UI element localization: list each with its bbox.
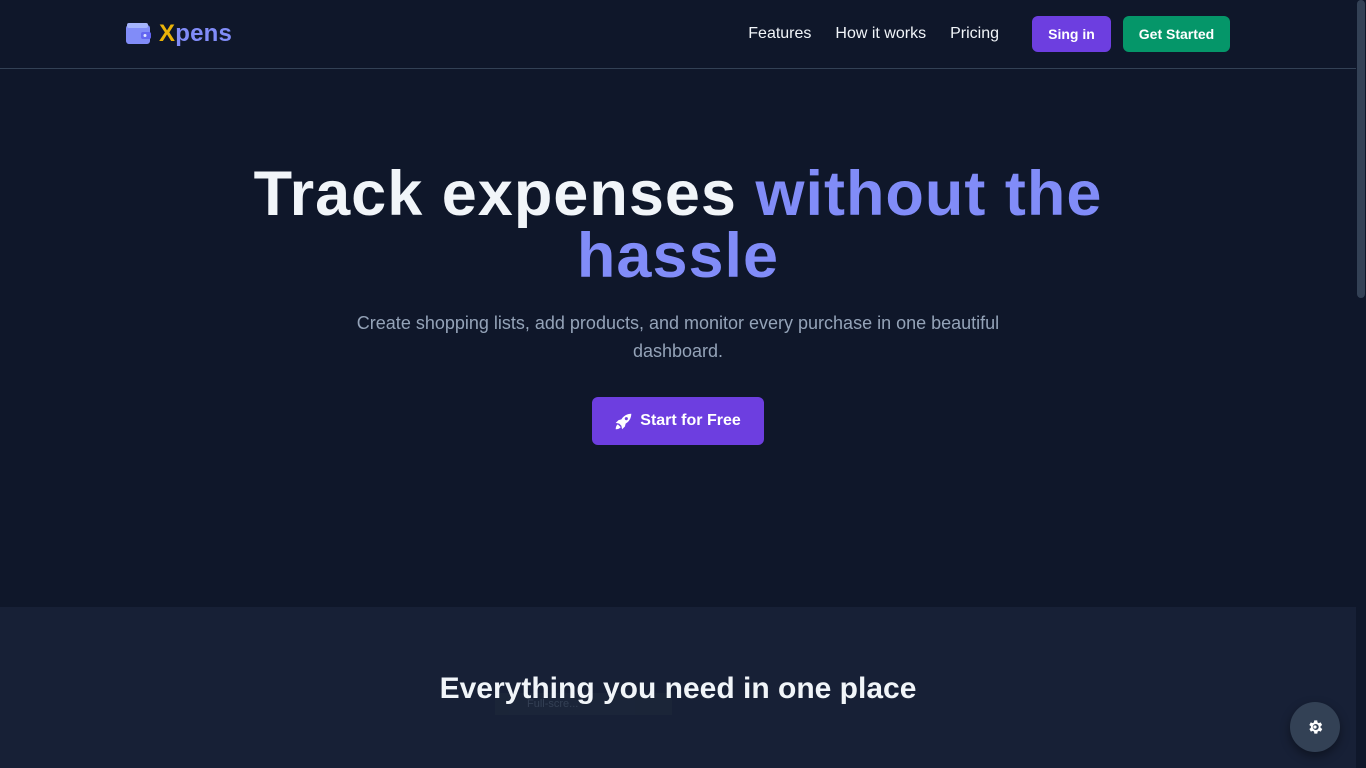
brand-logo[interactable]: Xpens bbox=[126, 20, 232, 48]
nav-link-features[interactable]: Features bbox=[748, 25, 811, 43]
main-nav: Features How it works Pricing Sing in Ge… bbox=[748, 0, 1230, 68]
features-title: Everything you need in one place bbox=[439, 672, 917, 705]
signin-button[interactable]: Sing in bbox=[1032, 16, 1111, 52]
scrollbar-thumb[interactable] bbox=[1357, 0, 1365, 298]
gear-icon bbox=[1309, 720, 1323, 734]
wallet-icon bbox=[126, 23, 151, 44]
page-scrollbar[interactable] bbox=[1356, 0, 1366, 768]
hero-title: Track expenses without the hassle bbox=[0, 163, 1356, 288]
start-free-button[interactable]: Start for Free bbox=[592, 397, 764, 445]
page: Xpens Features How it works Pricing Sing… bbox=[0, 0, 1356, 768]
top-navbar: Xpens Features How it works Pricing Sing… bbox=[0, 0, 1356, 69]
nav-link-how-it-works[interactable]: How it works bbox=[835, 25, 926, 43]
features-section: Full-scre... Everything you need in one … bbox=[0, 607, 1356, 768]
nav-link-pricing[interactable]: Pricing bbox=[950, 25, 999, 43]
settings-button[interactable] bbox=[1290, 702, 1340, 752]
hero-title-main: Track expenses bbox=[253, 159, 756, 229]
brand-name-rest: pens bbox=[175, 20, 233, 47]
brand-name-x: X bbox=[159, 20, 176, 47]
rocket-icon bbox=[615, 413, 632, 429]
start-free-label: Start for Free bbox=[640, 412, 741, 429]
brand-name: Xpens bbox=[159, 20, 232, 48]
get-started-button[interactable]: Get Started bbox=[1123, 16, 1230, 52]
hero-section: Track expenses without the hassle Create… bbox=[0, 69, 1356, 607]
hero-subtitle: Create shopping lists, add products, and… bbox=[356, 313, 1000, 361]
